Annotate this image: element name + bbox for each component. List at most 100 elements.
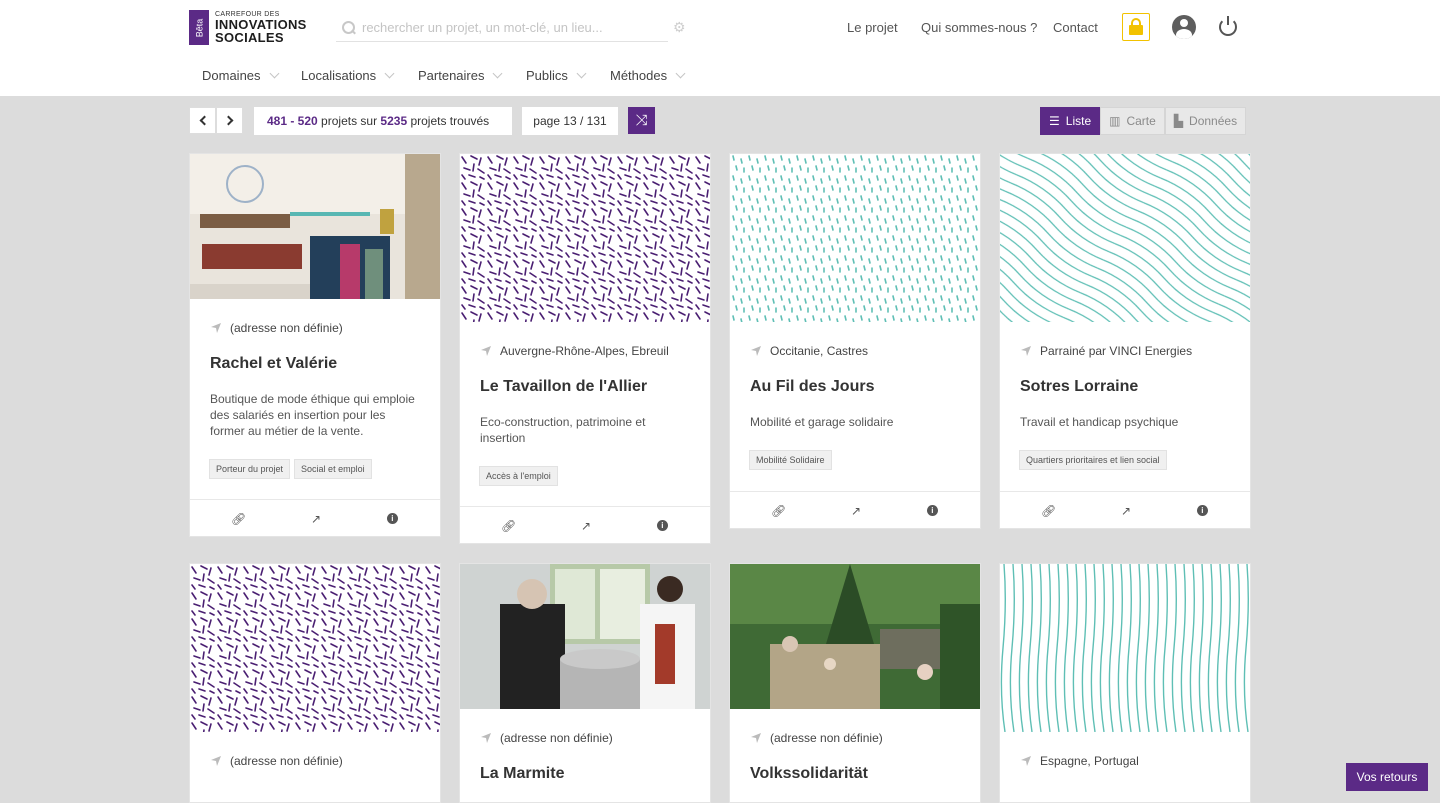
chevron-down-icon [493, 68, 503, 79]
project-description: Mobilité et garage solidaire [750, 415, 894, 429]
search-input[interactable] [362, 20, 662, 35]
project-pattern-image [1000, 154, 1250, 322]
project-image [460, 564, 710, 709]
menu-localisations[interactable]: Localisations [301, 68, 395, 83]
tag[interactable]: Porteur du projet [209, 459, 291, 479]
search-icon[interactable] [342, 20, 356, 35]
view-data-button[interactable]: ▙ Données [1164, 107, 1247, 135]
info-icon[interactable]: i [1196, 505, 1208, 516]
location-arrow-icon [751, 733, 761, 743]
project-card[interactable]: (adresse non définie) Rachel et Valérie … [189, 153, 441, 537]
power-icon[interactable] [1219, 16, 1237, 36]
location-text: Espagne, Portugal [1040, 754, 1139, 768]
menu-publics[interactable]: Publics [526, 68, 587, 83]
link-icon[interactable]: 🔗︎ [1041, 504, 1056, 518]
link-icon[interactable]: 🔗︎ [231, 512, 246, 526]
logo-text: CARREFOUR DES INNOVATIONS SOCIALES [215, 11, 307, 44]
external-link-icon[interactable]: ↗ [309, 512, 322, 526]
lock-icon [1129, 18, 1143, 35]
beta-badge: Bêta [189, 10, 209, 45]
project-description: Boutique de mode éthique qui emploie des… [210, 392, 415, 438]
location-text: (adresse non définie) [770, 731, 883, 745]
info-icon[interactable]: i [656, 520, 668, 531]
page-indicator[interactable]: page 13 / 131 [522, 107, 618, 135]
beta-label: Bêta [193, 18, 204, 37]
view-list-button[interactable]: ☰ Liste [1040, 107, 1101, 135]
project-card[interactable]: Espagne, Portugal [999, 563, 1251, 803]
project-location: Occitanie, Castres [750, 344, 980, 358]
project-title[interactable]: Rachel et Valérie [210, 355, 440, 373]
project-pattern-image [460, 154, 710, 322]
project-card[interactable]: Parrainé par VINCI Energies Sotres Lorra… [999, 153, 1251, 529]
chevron-down-icon [675, 68, 686, 79]
project-pattern-image [190, 564, 440, 732]
project-title[interactable]: La Marmite [480, 765, 710, 783]
project-card[interactable]: (adresse non définie) Volkssolidarität [729, 563, 981, 803]
card-actions: 🔗︎ ↗ i [1000, 491, 1250, 528]
project-location: (adresse non définie) [210, 321, 440, 335]
nav-le-projet[interactable]: Le projet [847, 20, 898, 35]
project-pattern-image [1000, 564, 1250, 732]
chevron-down-icon [269, 68, 279, 79]
next-page-button[interactable] [216, 107, 243, 134]
project-location: (adresse non définie) [480, 731, 710, 745]
user-avatar-icon[interactable] [1172, 15, 1196, 39]
card-actions: 🔗︎ ↗ i [190, 499, 440, 536]
link-icon[interactable]: 🔗︎ [771, 504, 786, 518]
chevron-left-icon [199, 115, 209, 126]
menu-label: Méthodes [610, 68, 668, 83]
shuffle-button[interactable]: ⤨ [628, 107, 655, 134]
external-link-icon[interactable]: ↗ [579, 519, 592, 533]
external-link-icon[interactable]: ↗ [849, 504, 862, 518]
project-location: Espagne, Portugal [1020, 754, 1250, 768]
project-card[interactable]: (adresse non définie) [189, 563, 441, 803]
nav-contact[interactable]: Contact [1053, 20, 1098, 35]
project-card[interactable]: Auvergne-Rhône-Alpes, Ebreuil Le Tavaill… [459, 153, 711, 544]
view-label: Données [1189, 114, 1238, 128]
view-label: Carte [1126, 114, 1156, 128]
view-label: Liste [1065, 114, 1092, 128]
results-text-end: projets trouvés [407, 114, 490, 128]
project-location: Parrainé par VINCI Energies [1020, 344, 1250, 358]
info-icon[interactable]: i [926, 505, 938, 516]
project-card[interactable]: Occitanie, Castres Au Fil des Jours Mobi… [729, 153, 981, 529]
menu-methodes[interactable]: Méthodes [610, 68, 686, 83]
site-logo[interactable]: Bêta CARREFOUR DES INNOVATIONS SOCIALES [189, 10, 307, 45]
tag[interactable]: Accès à l'emploi [479, 466, 558, 486]
tag[interactable]: Mobilité Solidaire [749, 450, 832, 470]
location-text: Parrainé par VINCI Energies [1040, 344, 1193, 358]
map-icon: ▥ [1109, 114, 1121, 128]
search-bar [336, 14, 668, 42]
gear-icon[interactable]: ⚙ [673, 20, 687, 34]
nav-qui-sommes-nous[interactable]: Qui sommes-nous ? [921, 20, 1037, 35]
location-arrow-icon [1021, 756, 1031, 766]
chevron-down-icon [576, 68, 587, 79]
results-text: projets sur [317, 114, 381, 128]
project-title[interactable]: Sotres Lorraine [1020, 378, 1250, 396]
location-arrow-icon [481, 733, 491, 743]
external-link-icon[interactable]: ↗ [1119, 504, 1132, 518]
lock-button[interactable] [1122, 13, 1150, 41]
menu-domaines[interactable]: Domaines [202, 68, 279, 83]
feedback-button[interactable]: Vos retours [1346, 763, 1428, 791]
project-card[interactable]: (adresse non définie) La Marmite [459, 563, 711, 803]
info-icon[interactable]: i [386, 513, 398, 524]
tag-list: Porteur du projet Social et emploi [209, 459, 440, 479]
bar-chart-icon: ▙ [1173, 114, 1184, 128]
project-pattern-image [730, 154, 980, 322]
location-arrow-icon [751, 346, 761, 356]
logo-line2: SOCIALES [215, 30, 284, 45]
link-icon[interactable]: 🔗︎ [501, 519, 516, 533]
previous-page-button[interactable] [189, 107, 216, 134]
chevron-down-icon [384, 68, 395, 79]
view-map-button[interactable]: ▥ Carte [1100, 107, 1165, 135]
card-actions: 🔗︎ ↗ i [730, 491, 980, 528]
tag[interactable]: Quartiers prioritaires et lien social [1019, 450, 1167, 470]
project-title[interactable]: Le Tavaillon de l'Allier [480, 378, 710, 396]
tag[interactable]: Social et emploi [294, 459, 372, 479]
menu-partenaires[interactable]: Partenaires [418, 68, 503, 83]
location-arrow-icon [481, 346, 491, 356]
project-title[interactable]: Volkssolidarität [750, 765, 980, 783]
project-title[interactable]: Au Fil des Jours [750, 378, 980, 396]
location-text: (adresse non définie) [500, 731, 613, 745]
